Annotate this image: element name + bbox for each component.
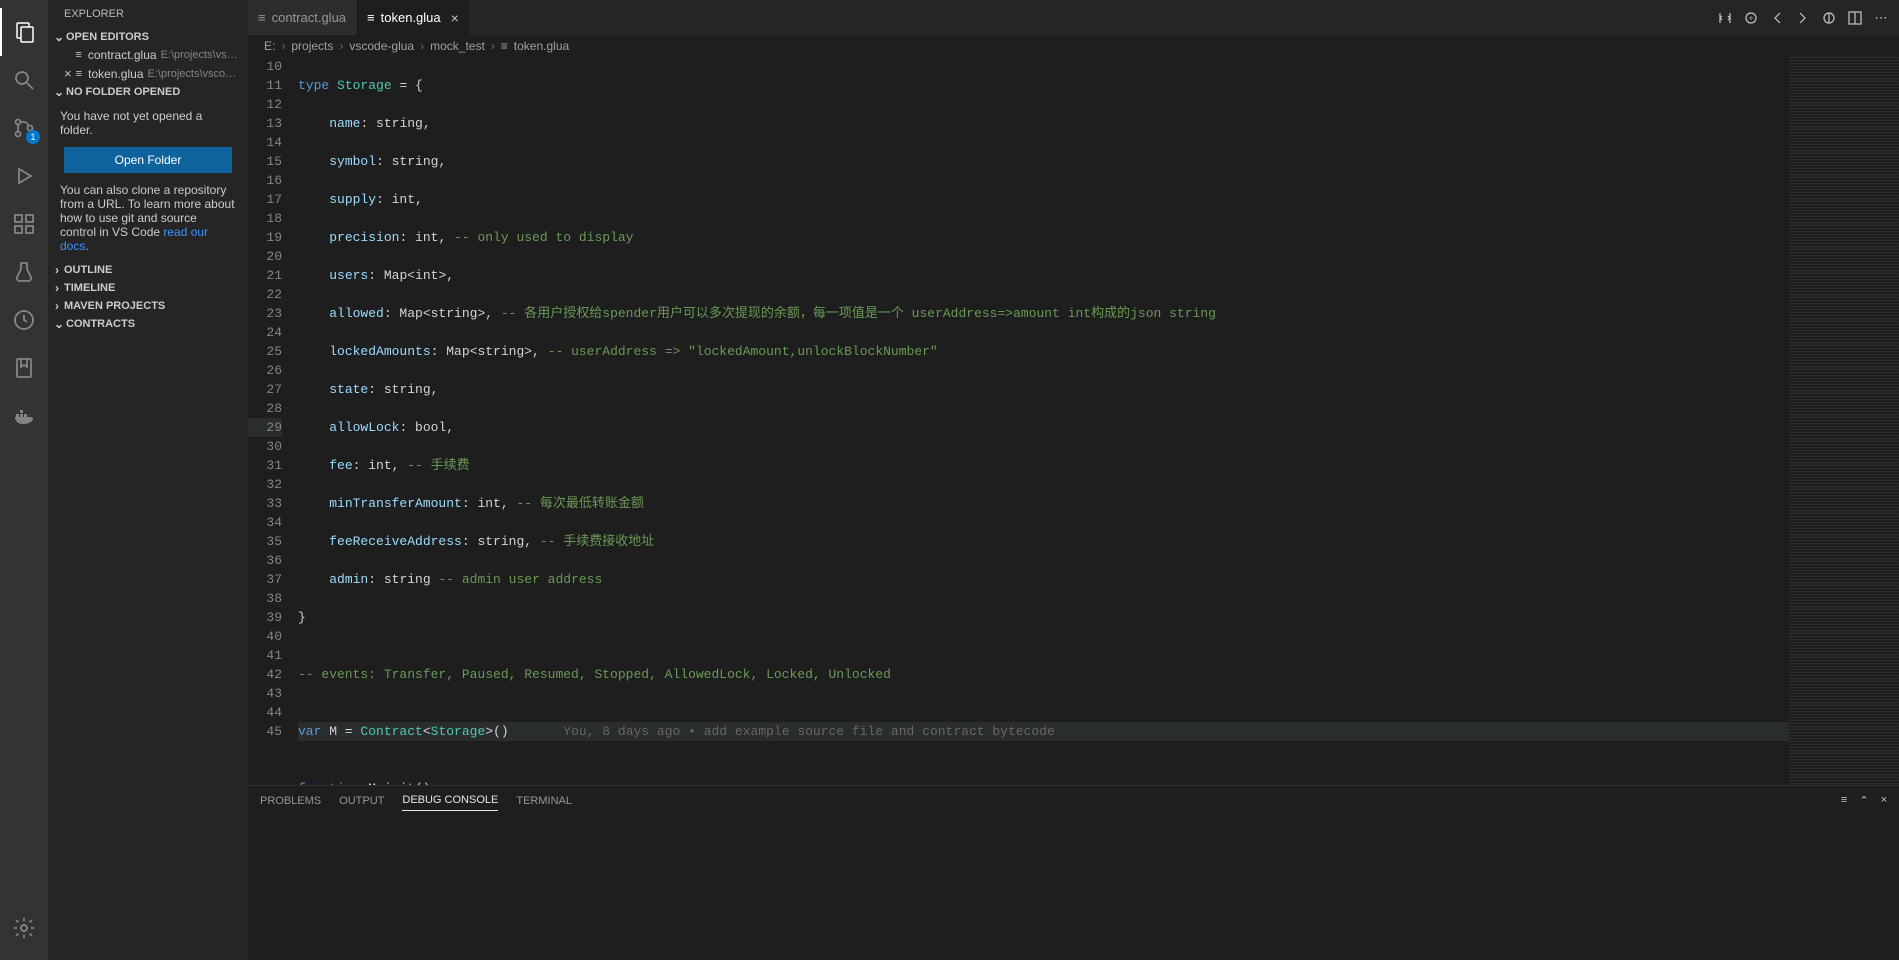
open-editor-path: E:\projects\vscode-glua\... — [148, 68, 241, 80]
open-editor-path: E:\projects\vscode-gl... — [161, 49, 240, 61]
close-icon[interactable]: × — [451, 10, 459, 26]
scm-icon[interactable]: 1 — [0, 104, 48, 152]
toggle-icon[interactable] — [1821, 10, 1837, 26]
code-content[interactable]: type Storage = { name: string, symbol: s… — [298, 57, 1789, 785]
next-change-icon[interactable] — [1795, 10, 1811, 26]
panel-tab-terminal[interactable]: TERMINAL — [516, 791, 572, 811]
open-folder-button[interactable]: Open Folder — [64, 147, 232, 173]
minimap[interactable] — [1789, 57, 1899, 785]
section-open-editors[interactable]: ⌄ OPEN EDITORS — [48, 28, 248, 46]
docker-icon[interactable] — [0, 392, 48, 440]
breadcrumb[interactable]: E:› projects› vscode-glua› mock_test› ≡ … — [248, 35, 1899, 57]
split-editor-icon[interactable] — [1847, 10, 1863, 26]
editor-area: ≡ contract.glua ≡ token.glua × ⋯ E:› pro… — [248, 0, 1899, 960]
sidebar: EXPLORER ⌄ OPEN EDITORS ≡ contract.glua … — [48, 0, 248, 960]
chevron-down-icon: ⌄ — [52, 30, 66, 44]
debug-console-body[interactable] — [248, 815, 1899, 960]
compare-icon[interactable] — [1717, 10, 1733, 26]
filter-icon[interactable]: ≡ — [1841, 794, 1847, 807]
chevron-down-icon: ⌄ — [52, 85, 66, 99]
extensions-icon[interactable] — [0, 200, 48, 248]
no-folder-body: You have not yet opened a folder. Open F… — [48, 101, 248, 261]
search-icon[interactable] — [0, 56, 48, 104]
editor-split: 1011121314151617181920212223242526272829… — [248, 57, 1899, 785]
tab-contract[interactable]: ≡ contract.glua — [248, 0, 357, 35]
no-folder-message: You have not yet opened a folder. — [60, 109, 236, 137]
chevron-down-icon: ⌄ — [52, 317, 66, 331]
panel-tab-debug-console[interactable]: DEBUG CONSOLE — [402, 790, 498, 811]
file-icon: ≡ — [501, 39, 508, 53]
section-contracts[interactable]: ⌄ CONTRACTS — [48, 315, 248, 333]
file-icon: ≡ — [258, 10, 266, 25]
activity-bar: 1 — [0, 0, 48, 960]
close-panel-icon[interactable]: × — [1881, 794, 1887, 807]
open-editor-filename: token.glua — [88, 67, 143, 81]
diff-icon[interactable] — [1743, 10, 1759, 26]
tab-token[interactable]: ≡ token.glua × — [357, 0, 470, 35]
tab-bar: ≡ contract.glua ≡ token.glua × ⋯ — [248, 0, 1899, 35]
file-icon: ≡ — [367, 10, 375, 25]
section-maven[interactable]: › MAVEN PROJECTS — [48, 297, 248, 315]
file-icon: ≡ — [76, 68, 82, 80]
line-gutter: 1011121314151617181920212223242526272829… — [248, 57, 298, 785]
open-editor-filename: contract.glua — [88, 48, 157, 62]
more-icon[interactable]: ⋯ — [1873, 10, 1889, 26]
settings-gear-icon[interactable] — [0, 904, 48, 952]
tab-label: token.glua — [381, 10, 441, 25]
test-icon[interactable] — [0, 248, 48, 296]
panel-tab-output[interactable]: OUTPUT — [339, 791, 384, 811]
debug-icon[interactable] — [0, 152, 48, 200]
open-editor-item[interactable]: × ≡ token.glua E:\projects\vscode-glua\.… — [48, 64, 248, 83]
section-no-folder[interactable]: ⌄ NO FOLDER OPENED — [48, 83, 248, 101]
chevron-right-icon: › — [50, 281, 64, 295]
close-icon[interactable]: × — [64, 66, 76, 81]
open-editor-item[interactable]: ≡ contract.glua E:\projects\vscode-gl... — [48, 46, 248, 64]
section-timeline[interactable]: › TIMELINE — [48, 279, 248, 297]
file-icon: ≡ — [75, 49, 81, 61]
tab-label: contract.glua — [272, 10, 346, 25]
tab-actions: ⋯ — [1717, 0, 1899, 35]
chevron-right-icon: › — [50, 299, 64, 313]
prev-change-icon[interactable] — [1769, 10, 1785, 26]
panel-tab-problems[interactable]: PROBLEMS — [260, 791, 321, 811]
panel-actions: ≡ ⌃ × — [1841, 794, 1887, 807]
bottom-panel: PROBLEMS OUTPUT DEBUG CONSOLE TERMINAL ≡… — [248, 785, 1899, 960]
panel-tabs: PROBLEMS OUTPUT DEBUG CONSOLE TERMINAL ≡… — [248, 786, 1899, 815]
collapse-icon[interactable]: ⌃ — [1859, 794, 1868, 807]
section-outline[interactable]: › OUTLINE — [48, 261, 248, 279]
chevron-right-icon: › — [50, 263, 64, 277]
sidebar-title: EXPLORER — [48, 0, 248, 28]
timeline-icon[interactable] — [0, 296, 48, 344]
scm-badge: 1 — [26, 130, 40, 144]
bookmark-icon[interactable] — [0, 344, 48, 392]
explorer-icon[interactable] — [0, 8, 48, 56]
clone-hint: You can also clone a repository from a U… — [60, 183, 236, 253]
code-editor[interactable]: 1011121314151617181920212223242526272829… — [248, 57, 1789, 785]
